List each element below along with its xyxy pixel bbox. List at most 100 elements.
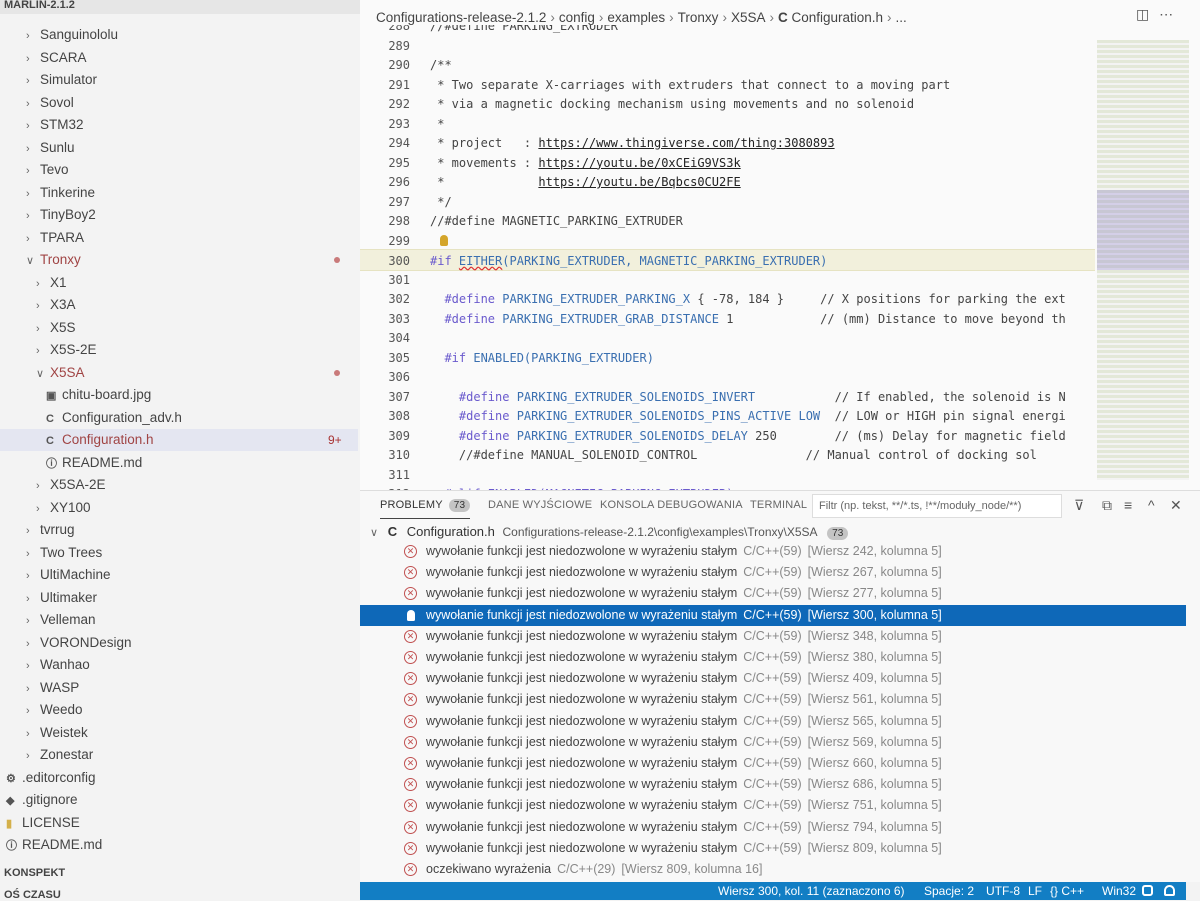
section-header[interactable]: OŚ CZASU [4,889,344,901]
tree-item[interactable]: › Sunlu [0,137,358,159]
close-panel-icon[interactable]: ✕ [1170,497,1186,514]
cursor-position[interactable]: Wiersz 300, kol. 11 (zaznaczono 6) [718,882,905,900]
panel-tab[interactable]: DANE WYJŚCIOWE [488,499,592,511]
problem-row[interactable]: ✕ wywołanie funkcji jest niedozwolone w w… [360,562,1186,583]
tree-item[interactable]: ⓘ README.md [0,452,358,474]
problems-file-name: Configuration.h [406,524,495,539]
notifications-icon[interactable] [1164,882,1175,901]
tree-item[interactable]: › tvrrug [0,519,358,541]
problem-message: wywołanie funkcji jest niedozwolone w wy… [426,565,738,580]
chevron-right-icon: › [26,30,30,42]
tree-item[interactable]: ∨ X5SA [0,362,358,384]
problem-row[interactable]: ✕ wywołanie funkcji jest niedozwolone w w… [360,817,1186,838]
tree-item[interactable]: C Configuration_adv.h [0,407,358,429]
tree-item[interactable]: › X5SA-2E [0,474,358,496]
code-area[interactable]: 288//#define PARKING_EXTRUDER 289 290/** 29… [360,19,1095,501]
language-mode[interactable]: {} C++ [1050,882,1084,900]
tree-item[interactable]: › Ultimaker [0,587,358,609]
code-token[interactable]: https://youtu.be/Bqbcs0CU2FE [538,175,740,189]
panel-tab[interactable]: KONSOLA DEBUGOWANIA [600,499,743,511]
problem-row[interactable]: ✕ wywołanie funkcji jest niedozwolone w w… [360,689,1186,710]
problem-row[interactable]: ✕ wywołanie funkcji jest niedozwolone w w… [360,626,1186,647]
tree-item[interactable]: ▣ chitu-board.jpg [0,384,358,406]
collapse-all-icon[interactable]: ⧉ [1102,497,1118,514]
encoding[interactable]: UTF-8 [986,882,1020,900]
tree-item[interactable]: › Tevo [0,159,358,181]
minimap[interactable] [1097,40,1189,480]
tree-item[interactable]: › X1 [0,272,358,294]
tree-item[interactable]: › X5S [0,317,358,339]
error-icon: ✕ [404,587,417,601]
problem-row[interactable]: ✕ wywołanie funkcji jest niedozwolone w w… [360,795,1186,816]
problems-file-group[interactable]: ∨ C Configuration.h Configurations-relea… [370,524,1170,540]
breadcrumb-item[interactable]: examples [607,10,665,25]
indentation[interactable]: Spacje: 2 [924,882,974,900]
tree-item[interactable]: › UltiMachine [0,564,358,586]
problem-row[interactable]: ✕ oczekiwano wyrażenia C/C++(29) [Wiersz 80… [360,859,1186,880]
tree-item[interactable]: › X3A [0,294,358,316]
tree-item[interactable]: › TPARA [0,227,358,249]
tree-item[interactable]: › WASP [0,677,358,699]
breadcrumb-item[interactable]: X5SA [731,10,766,25]
problems-filter-input[interactable]: Filtr (np. tekst, **/*.ts, !**/moduły_no… [812,494,1062,518]
tree-item[interactable]: › Two Trees [0,542,358,564]
feedback-icon[interactable] [1142,882,1153,901]
tree-item[interactable]: › VORONDesign [0,632,358,654]
tree-item[interactable]: › Weistek [0,722,358,744]
tree-item[interactable]: ⓘ README.md [0,834,358,856]
problem-row[interactable]: ✕ wywołanie funkcji jest niedozwolone w w… [360,774,1186,795]
platform[interactable]: Win32 [1102,882,1136,900]
problem-row[interactable]: ✕ wywołanie funkcji jest niedozwolone w w… [360,732,1186,753]
problem-location: [Wiersz 686, kolumna 5] [807,777,942,792]
tree-item[interactable]: › TinyBoy2 [0,204,358,226]
tree-item[interactable]: ◆ .gitignore [0,789,358,811]
breadcrumb-item[interactable]: Configuration.h [791,10,883,25]
tree-item[interactable]: ∨ Tronxy [0,249,358,271]
tree-item[interactable]: › Sanguinololu [0,24,358,46]
breadcrumb-item[interactable]: Configurations-release-2.1.2 [376,10,546,25]
tree-item[interactable]: C Configuration.h 9+ [0,429,358,451]
tree-item[interactable]: › SCARA [0,47,358,69]
end-of-line[interactable]: LF [1028,882,1042,900]
tree-item[interactable]: › STM32 [0,114,358,136]
problem-row[interactable]: ✕ wywołanie funkcji jest niedozwolone w w… [360,753,1186,774]
braces-icon: {} [1050,884,1059,898]
panel-tab[interactable]: TERMINAL [750,499,807,511]
minimap-viewport[interactable] [1097,190,1189,270]
breadcrumb-item[interactable]: config [559,10,595,25]
section-header[interactable]: KONSPEKT [4,867,344,879]
tree-item[interactable]: › Weedo [0,699,358,721]
tree-item[interactable]: › X5S-2E [0,339,358,361]
code-token[interactable]: https://youtu.be/0xCEiG9VS3k [538,156,740,170]
more-actions-icon[interactable]: ⋯ [1159,6,1173,22]
tree-item-label: Ultimaker [40,589,98,605]
problem-row[interactable]: ✕ wywołanie funkcji jest niedozwolone w w… [360,711,1186,732]
tree-item[interactable]: › XY100 [0,497,358,519]
tree-item[interactable]: › Sovol [0,92,358,114]
tree-item[interactable]: › Tinkerine [0,182,358,204]
lightbulb-icon[interactable] [440,234,448,246]
problem-row[interactable]: ✕ wywołanie funkcji jest niedozwolone w w… [360,647,1186,668]
problem-row[interactable]: wywołanie funkcji jest niedozwolone w wy… [360,604,1186,626]
panel-tab[interactable]: PROBLEMY 73 [380,499,471,519]
problem-row[interactable]: ✕ wywołanie funkcji jest niedozwolone w w… [360,541,1186,562]
code-token: * movements : [430,155,539,170]
problem-row[interactable]: ✕ wywołanie funkcji jest niedozwolone w w… [360,668,1186,689]
code-token[interactable]: https://www.thingiverse.com/thing:308089… [538,136,834,150]
problem-source: C/C++(59) [743,565,802,580]
split-editor-icon[interactable]: ◫ [1136,6,1149,22]
tree-item[interactable]: › Zonestar [0,744,358,766]
view-as-list-icon[interactable]: ≡ [1124,497,1140,513]
filter-icon[interactable]: ⊽ [1074,497,1090,514]
problem-row[interactable]: ✕ wywołanie funkcji jest niedozwolone w w… [360,583,1186,604]
tree-item[interactable]: › Velleman [0,609,358,631]
problem-row[interactable]: ✕ wywołanie funkcji jest niedozwolone w w… [360,838,1186,859]
breadcrumb-item[interactable]: Tronxy [678,10,719,25]
tree-item[interactable]: ▮ LICENSE [0,812,358,834]
maximize-panel-icon[interactable]: ^ [1148,497,1164,513]
tree-item[interactable]: ⚙ .editorconfig [0,767,358,789]
tree-item[interactable]: › Wanhao [0,654,358,676]
tree-item[interactable]: › Simulator [0,69,358,91]
breadcrumb-item[interactable]: ... [896,10,907,25]
panel-tab-label: PROBLEMY [380,499,443,511]
